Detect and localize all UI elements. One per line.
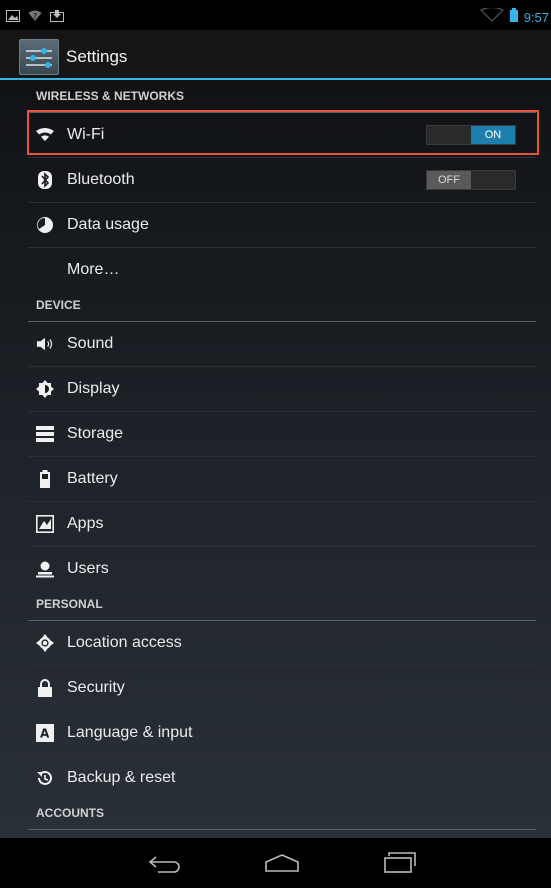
svg-text:?: ? (33, 12, 37, 21)
settings-item-label: Bluetooth (67, 171, 135, 188)
display-icon (36, 380, 54, 398)
signal-icon (479, 6, 504, 27)
settings-item-label: Sound (67, 335, 114, 352)
image-notification-icon (6, 9, 20, 27)
settings-item-wifi[interactable]: Wi-Fi ON (28, 113, 536, 158)
bluetooth-toggle[interactable]: OFF (426, 170, 516, 190)
clock: 9:57 (523, 10, 549, 25)
section-header-personal: PERSONAL (28, 593, 536, 621)
settings-item-apps[interactable]: Apps (28, 502, 536, 547)
sound-icon (36, 335, 54, 353)
settings-item-bluetooth[interactable]: Bluetooth OFF (28, 158, 536, 203)
settings-item-label: Apps (67, 515, 104, 532)
settings-item-display[interactable]: Display (28, 367, 536, 412)
navigation-bar (0, 838, 551, 888)
home-icon[interactable] (262, 850, 302, 876)
keyboard-icon: A (36, 724, 54, 742)
action-bar: Settings (0, 30, 551, 80)
wifi-icon (36, 126, 54, 144)
page-title: Settings (66, 47, 128, 66)
settings-item-label: Storage (67, 425, 124, 442)
settings-app-icon[interactable] (19, 39, 59, 75)
settings-item-label: Battery (67, 470, 118, 487)
switch-on-label: ON (471, 126, 515, 144)
settings-item-battery[interactable]: Battery (28, 457, 536, 502)
settings-item-label: Backup & reset (67, 769, 176, 786)
section-header-wireless: WIRELESS & NETWORKS (28, 85, 536, 113)
settings-list[interactable]: WIRELESS & NETWORKS Wi-Fi ON Bluetooth O… (0, 80, 551, 838)
settings-item-more[interactable]: More… (28, 248, 536, 293)
settings-item-label: Users (67, 560, 109, 577)
section-header-device: DEVICE (28, 294, 536, 322)
settings-item-label: Location access (67, 634, 182, 651)
storage-icon (36, 425, 54, 443)
settings-item-location[interactable]: Location access (28, 621, 536, 666)
settings-item-sound[interactable]: Sound (28, 322, 536, 367)
settings-item-security[interactable]: Security (28, 666, 536, 711)
settings-item-backup[interactable]: Backup & reset (28, 756, 536, 801)
location-icon (36, 634, 54, 652)
status-bar: ? 9:57 (0, 0, 551, 30)
apps-icon (36, 515, 54, 533)
battery-icon (36, 470, 54, 488)
back-icon[interactable] (145, 850, 185, 876)
lock-icon (36, 679, 54, 697)
bluetooth-icon (36, 171, 54, 189)
download-icon (50, 9, 64, 27)
battery-icon (509, 8, 518, 27)
section-header-accounts: ACCOUNTS (28, 802, 536, 830)
settings-item-language[interactable]: A Language & input (28, 711, 536, 756)
settings-item-label: Language & input (67, 724, 193, 741)
settings-item-label: Wi-Fi (67, 126, 105, 143)
wifi-toggle[interactable]: ON (426, 125, 516, 145)
settings-item-label: More… (67, 261, 120, 278)
settings-item-label: Display (67, 380, 120, 397)
switch-off-label: OFF (427, 171, 471, 189)
recent-apps-icon[interactable] (380, 850, 420, 876)
data-usage-icon (36, 216, 54, 234)
settings-item-users[interactable]: Users (28, 547, 536, 592)
users-icon (36, 560, 54, 578)
settings-item-data-usage[interactable]: Data usage (28, 203, 536, 248)
wifi-unknown-icon: ? (28, 9, 42, 27)
backup-icon (36, 769, 54, 787)
settings-item-storage[interactable]: Storage (28, 412, 536, 457)
svg-text:A: A (40, 727, 50, 741)
settings-item-label: Security (67, 679, 125, 696)
settings-item-label: Data usage (67, 216, 149, 233)
